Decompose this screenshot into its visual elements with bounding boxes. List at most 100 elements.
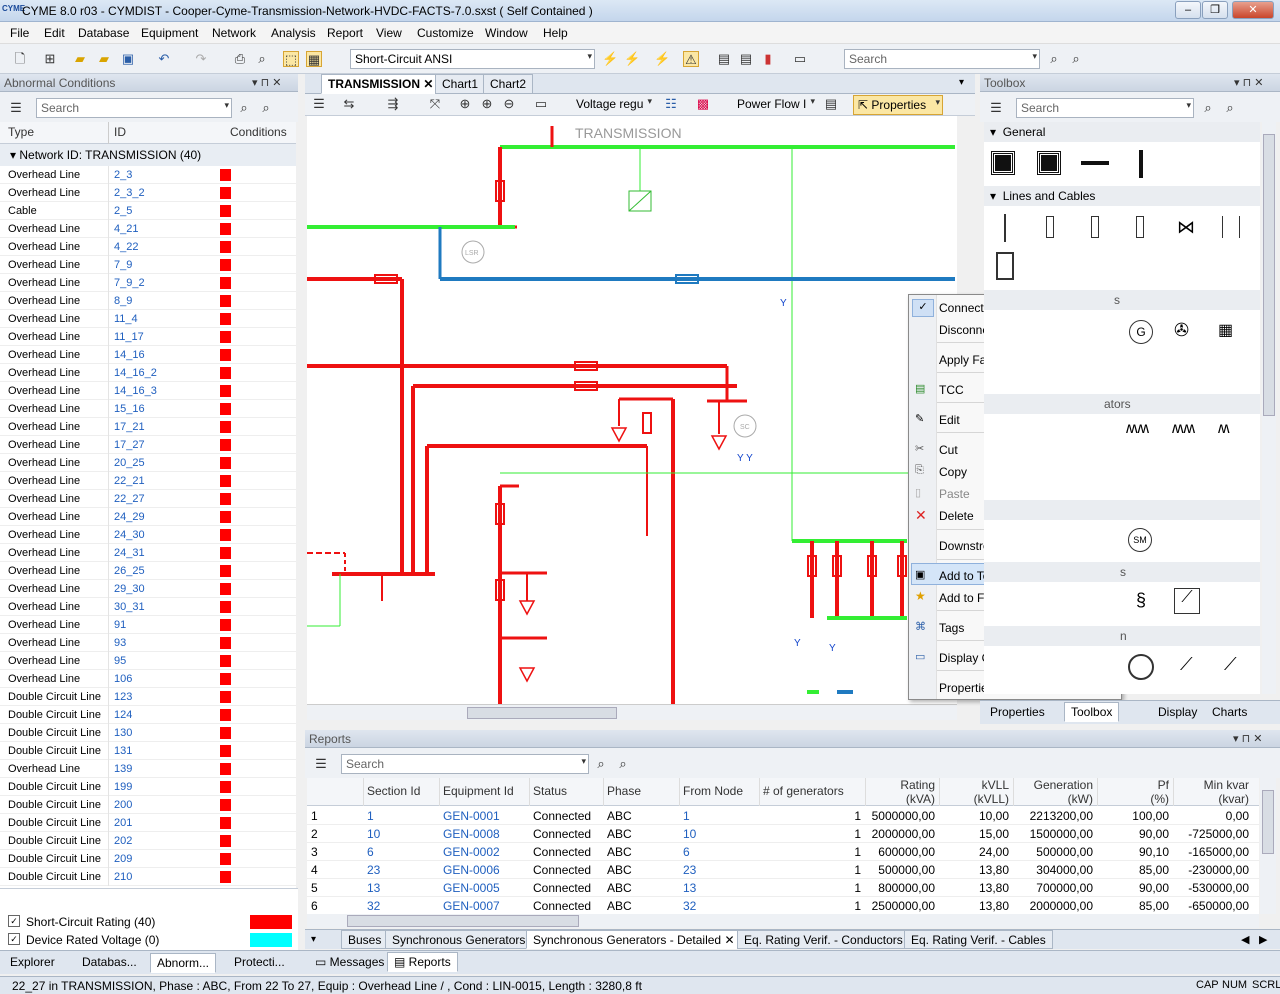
run-analysis-icon[interactable]: ⚡ [602, 51, 618, 67]
print-icon[interactable]: ⎙ [232, 51, 248, 67]
fault-icon[interactable]: ⚡ [654, 51, 670, 67]
table-row[interactable]: Overhead Line 24_30 [0, 526, 296, 544]
legend-checkbox-voltage[interactable]: ✓ [8, 933, 20, 945]
diagram-hscrollbar[interactable] [307, 704, 957, 720]
row-id[interactable]: 4_21 [114, 223, 138, 235]
menu-help[interactable]: Help [543, 26, 568, 40]
select-tool-icon[interactable]: ⬚ [283, 51, 299, 67]
tab-scroll-left-icon[interactable]: ◀ [1241, 933, 1249, 946]
flow-combo[interactable]: Power Flow I ▾ [733, 95, 817, 115]
row-id[interactable]: 14_16_2 [114, 367, 157, 379]
toolbox-controls[interactable]: ▾ ⊓ ✕ [1234, 76, 1263, 89]
row-id[interactable]: 91 [114, 619, 126, 631]
report-cell[interactable]: GEN-0001 [439, 809, 529, 823]
report-row[interactable]: 2 10 GEN-0008 Connected ABC 10 1 2000000,00 15,0… [307, 825, 1259, 843]
table-row[interactable]: Overhead Line 14_16 [0, 346, 296, 364]
tab-list-dropdown[interactable]: ▾ [959, 77, 964, 88]
table-row[interactable]: Overhead Line 93 [0, 634, 296, 652]
tab-sync-gen[interactable]: Synchronous Generators [385, 930, 533, 949]
table-row[interactable]: Overhead Line 14_16_2 [0, 364, 296, 382]
bus-bar-vertical-icon[interactable] [1139, 150, 1143, 178]
row-id[interactable]: 26_25 [114, 565, 145, 577]
row-id[interactable]: 15_16 [114, 403, 145, 415]
find-network-icon[interactable]: ⌕ [1068, 51, 1084, 67]
table-row[interactable]: Overhead Line 2_3_2 [0, 184, 296, 202]
print-preview-icon[interactable]: ⌕ [254, 51, 270, 67]
table-row[interactable]: Overhead Line 17_27 [0, 436, 296, 454]
binoculars-icon[interactable]: ⌕ [1046, 51, 1062, 67]
ctx-delete[interactable]: Delete [939, 509, 974, 523]
menu-analysis[interactable]: Analysis [271, 26, 316, 40]
fit-icon[interactable]: ⤧ [427, 96, 443, 112]
double-circuit-icon[interactable] [1222, 216, 1240, 238]
row-id[interactable]: 123 [114, 691, 132, 703]
analysis-combo[interactable]: Short-Circuit ANSI ▾ [350, 49, 595, 69]
menu-file[interactable]: File [10, 26, 29, 40]
tab-chart2[interactable]: Chart2 [483, 74, 534, 94]
tab-reports[interactable]: ▤ Reports [387, 952, 458, 972]
new-file-icon[interactable]: 🗋 [12, 51, 28, 67]
col-header[interactable]: Rating (kVA) [865, 778, 939, 806]
toolbox-section-lines[interactable]: ▾ Lines and Cables [984, 186, 1260, 206]
col-header[interactable]: Generation (kW) [1013, 778, 1097, 806]
row-id[interactable]: 24_29 [114, 511, 145, 523]
properties-combo[interactable]: ⇱ Properties ▾ [853, 95, 943, 115]
table-row[interactable]: Double Circuit Line 199 [0, 778, 296, 796]
table-row[interactable]: Overhead Line 106 [0, 670, 296, 688]
ctx-tcc[interactable]: TCC [939, 383, 964, 397]
toolbox-section-3[interactable]: s [984, 290, 1260, 310]
menu-customize[interactable]: Customize [417, 26, 474, 40]
reports-hscroll-thumb[interactable] [347, 915, 579, 927]
monitor-icon[interactable]: ▭ [533, 96, 549, 112]
view-icon[interactable]: ▭ [792, 51, 808, 67]
tab-database[interactable]: Databas... [76, 953, 143, 973]
table-row[interactable]: Double Circuit Line 210 [0, 868, 296, 886]
row-id[interactable]: 2_5 [114, 205, 132, 217]
zoom-out-icon[interactable]: ⊖ [501, 96, 517, 112]
row-id[interactable]: 14_16 [114, 349, 145, 361]
ctx-paste[interactable]: Paste [939, 487, 970, 501]
zoom-in-icon[interactable]: ⊕ [457, 96, 473, 112]
ctx-cut[interactable]: Cut [939, 443, 958, 457]
col-header[interactable]: kVLL (kVLL) [939, 778, 1013, 806]
tab-display[interactable]: Display [1152, 703, 1203, 723]
report-cell[interactable]: 32 [363, 899, 439, 913]
col-type[interactable]: Type [8, 125, 34, 139]
table-row[interactable]: Overhead Line 91 [0, 616, 296, 634]
row-id[interactable]: 106 [114, 673, 132, 685]
report-cell[interactable]: 13 [363, 881, 439, 895]
table-row[interactable]: Double Circuit Line 200 [0, 796, 296, 814]
close-button[interactable]: ✕ [1232, 1, 1274, 19]
reports-search-icon[interactable]: ⌕ [593, 756, 609, 772]
table-row[interactable]: Double Circuit Line 209 [0, 850, 296, 868]
tab-chart1[interactable]: Chart1 [435, 74, 486, 94]
col-header[interactable]: Min kvar (kvar) [1173, 778, 1253, 806]
left-search-input[interactable]: Search ▾ [36, 98, 232, 118]
col-id[interactable]: ID [114, 125, 126, 139]
row-id[interactable]: 95 [114, 655, 126, 667]
bus-icon[interactable] [991, 151, 1015, 175]
legend-checkbox-sc[interactable]: ✓ [8, 915, 20, 927]
row-id[interactable]: 11_17 [114, 331, 144, 343]
table-row[interactable]: Overhead Line 22_21 [0, 472, 296, 490]
table-row[interactable]: Overhead Line 30_31 [0, 598, 296, 616]
line2-icon[interactable] [1136, 216, 1144, 238]
menu-edit[interactable]: Edit [44, 26, 65, 40]
table-row[interactable]: Overhead Line 26_25 [0, 562, 296, 580]
tab-buses[interactable]: Buses [341, 930, 389, 949]
row-id[interactable]: 210 [114, 871, 132, 883]
menu-database[interactable]: Database [78, 26, 129, 40]
search-options-icon[interactable]: ⌕ [258, 100, 274, 116]
table-row[interactable]: Cable 2_5 [0, 202, 296, 220]
row-id[interactable]: 2_3 [114, 169, 132, 181]
report-cell[interactable]: GEN-0008 [439, 827, 529, 841]
report-cell[interactable]: 6 [679, 845, 759, 859]
reports-hscrollbar[interactable] [307, 914, 1259, 928]
restore-button[interactable]: ❐ [1202, 1, 1228, 19]
table-row[interactable]: Overhead Line 139 [0, 760, 296, 778]
toolbar-search-input[interactable]: Search ▾ [844, 49, 1040, 69]
toolbox-scrollbar[interactable] [1262, 122, 1276, 694]
chart-icon[interactable]: ▮ [760, 51, 776, 67]
coil-icon[interactable]: ʍʍ [1126, 420, 1149, 438]
generator-icon[interactable]: G [1129, 320, 1153, 344]
